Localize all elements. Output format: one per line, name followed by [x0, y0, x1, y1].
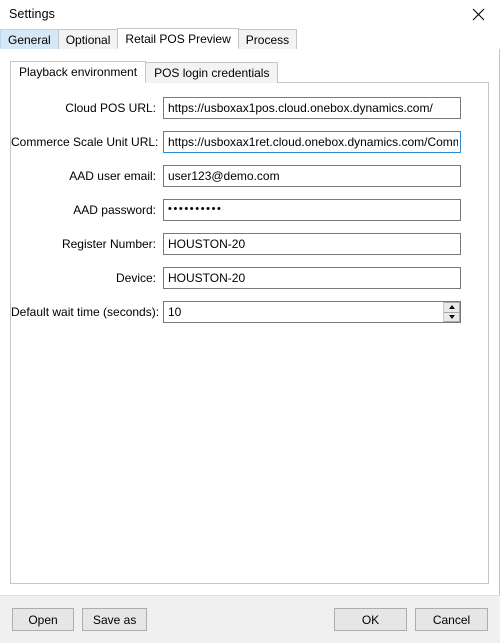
- aad-password-input[interactable]: ••••••••••: [163, 199, 461, 221]
- tab-process[interactable]: Process: [237, 29, 298, 49]
- cloud-pos-url-input[interactable]: [163, 97, 461, 119]
- register-number-label: Register Number:: [61, 237, 156, 251]
- spinner-up-button[interactable]: [444, 302, 460, 312]
- open-button[interactable]: Open: [12, 608, 74, 631]
- field-row-aad-user-email: AAD user email:: [11, 165, 488, 187]
- title-bar: Settings: [0, 0, 500, 28]
- inner-tab-control: Playback environment POS login credentia…: [10, 61, 489, 584]
- chevron-down-icon: [448, 314, 455, 319]
- tab-general[interactable]: General: [0, 29, 59, 49]
- window-title: Settings: [9, 6, 55, 21]
- footer-left-buttons: Open Save as: [12, 608, 148, 631]
- tab-playback-environment[interactable]: Playback environment: [10, 61, 147, 83]
- field-row-commerce-scale-unit-url: Commerce Scale Unit URL:: [11, 131, 488, 153]
- spinner-down-button[interactable]: [444, 311, 460, 322]
- commerce-scale-unit-url-input[interactable]: [163, 131, 461, 153]
- field-row-register-number: Register Number:: [11, 233, 488, 255]
- field-row-device: Device:: [11, 267, 488, 289]
- device-input[interactable]: [163, 267, 461, 289]
- register-number-input[interactable]: [163, 233, 461, 255]
- tab-pos-login-credentials[interactable]: POS login credentials: [145, 62, 279, 83]
- spinner-buttons: [443, 302, 460, 322]
- field-row-default-wait-time: Default wait time (seconds):: [11, 301, 488, 323]
- chevron-up-icon: [448, 305, 455, 310]
- save-as-button[interactable]: Save as: [82, 608, 148, 631]
- footer-right-buttons: OK Cancel: [334, 608, 488, 631]
- tab-playback-environment-label: Playback environment: [19, 65, 138, 79]
- cancel-button[interactable]: Cancel: [415, 608, 488, 631]
- field-row-cloud-pos-url: Cloud POS URL:: [11, 97, 488, 119]
- tab-pos-login-credentials-label: POS login credentials: [154, 66, 270, 80]
- default-wait-time-stepper: [163, 301, 461, 323]
- outer-tab-page: Playback environment POS login credentia…: [0, 48, 500, 595]
- inner-tab-page: Cloud POS URL: Commerce Scale Unit URL: …: [10, 82, 489, 584]
- aad-password-masked-value: ••••••••••: [168, 202, 223, 215]
- inner-tab-strip: Playback environment POS login credentia…: [10, 61, 489, 83]
- tab-optional-label: Optional: [65, 32, 111, 47]
- aad-password-label: AAD password:: [73, 203, 156, 217]
- tab-retail-pos-preview[interactable]: Retail POS Preview: [117, 28, 239, 49]
- playback-environment-form: Cloud POS URL: Commerce Scale Unit URL: …: [11, 83, 488, 335]
- aad-user-email-label: AAD user email:: [69, 169, 156, 183]
- tab-optional[interactable]: Optional: [57, 29, 119, 49]
- commerce-scale-unit-url-label: Commerce Scale Unit URL:: [11, 135, 159, 149]
- tab-retail-pos-preview-label: Retail POS Preview: [125, 31, 231, 46]
- aad-user-email-input[interactable]: [163, 165, 461, 187]
- ok-button[interactable]: OK: [334, 608, 407, 631]
- close-icon[interactable]: [456, 0, 500, 28]
- field-row-aad-password: AAD password: ••••••••••: [11, 199, 488, 221]
- outer-tab-strip: General Optional Retail POS Preview Proc…: [0, 28, 500, 49]
- default-wait-time-input[interactable]: [163, 301, 461, 323]
- dialog-footer: Open Save as OK Cancel: [0, 595, 500, 643]
- cloud-pos-url-label: Cloud POS URL:: [65, 101, 156, 115]
- settings-dialog: Settings General Optional Retail POS Pre…: [0, 0, 500, 643]
- default-wait-time-label: Default wait time (seconds):: [11, 305, 160, 319]
- tab-process-label: Process: [245, 32, 290, 47]
- tab-general-label: General: [8, 32, 51, 47]
- device-label: Device:: [115, 271, 156, 285]
